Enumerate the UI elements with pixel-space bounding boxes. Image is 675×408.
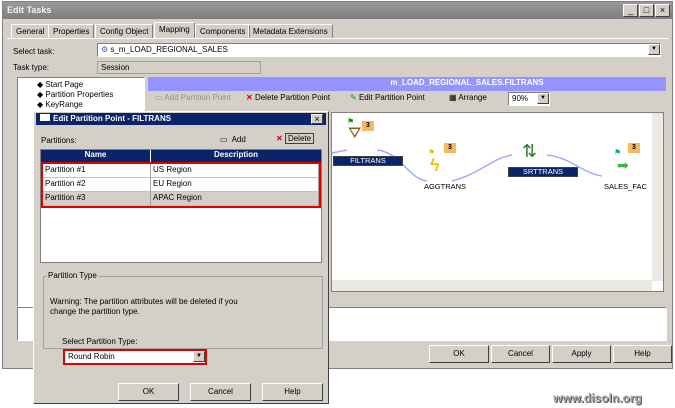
partition-count-badge: 3 [628,143,640,153]
table-row[interactable]: Partition #1 US Region [43,164,319,178]
flag-icon: ⚑ [428,148,436,157]
partition-type-group: Partition Type Warning: The partition at… [43,271,323,349]
column-header-description: Description [151,150,321,162]
chevron-down-icon: ▼ [193,351,205,362]
apply-button[interactable]: Apply [552,345,611,363]
warning-text: Warning: The partition attributes will b… [50,297,238,316]
dialog-help-button[interactable]: Help [262,383,323,401]
edit-partition-point-dialog: Edit Partition Point - FILTRANS × Partit… [33,111,329,404]
delete-partition-button[interactable]: ✕ Delete [276,133,315,144]
node-srttrans[interactable]: SRTTRANS [508,167,578,177]
vertical-scrollbar[interactable] [652,113,663,281]
tree-item-start-page[interactable]: ◆ Start Page [37,80,141,90]
session-icon: ⚙ [101,45,111,54]
mapping-header: m_LOAD_REGIONAL_SALES.FILTRANS [148,77,666,91]
partition-rows: Partition #1 US Region Partition #2 EU Reg… [41,162,321,208]
close-button[interactable]: × [655,4,670,17]
chevron-down-icon: ▼ [537,93,549,104]
tab-components[interactable]: Components [195,24,251,38]
zoom-select[interactable]: 90% ▼ [508,92,550,106]
window-icon [40,114,50,121]
add-icon: ▭ [220,135,228,144]
arrange-icon: ▦ [449,93,457,102]
delete-partition-point-button[interactable]: ✕ Delete Partition Point [246,93,330,102]
tab-properties[interactable]: Properties [48,24,95,38]
maximize-button[interactable]: □ [639,4,654,17]
delete-icon: ✕ [246,93,253,102]
table-row[interactable]: Partition #3 APAC Region [43,192,319,206]
tab-config-object[interactable]: Config Object [95,24,154,38]
column-header-name: Name [41,150,151,162]
ok-button[interactable]: OK [429,345,489,363]
group-label: Partition Type [47,271,98,280]
chevron-down-icon[interactable]: ▼ [648,44,660,55]
partition-count-badge: 3 [362,121,374,131]
partitions-label: Partitions: [41,136,77,145]
select-task-label: Select task: [13,47,55,56]
dialog-close-button[interactable]: × [311,114,323,124]
node-sales-fac[interactable]: SALES_FAC [604,182,654,191]
tree-item-keyrange[interactable]: ◆ KeyRange [37,100,141,110]
partition-count-badge: 3 [444,143,456,153]
dialog-title: Edit Partition Point - FILTRANS [36,113,326,125]
pencil-icon: ✎ [350,93,357,102]
filter-icon: ⛛ [348,125,362,142]
tab-general[interactable]: General [11,24,50,38]
dialog-cancel-button[interactable]: Cancel [190,383,251,401]
sorter-icon: ⇅ [522,141,538,161]
flag-icon: ⚑ [614,148,622,157]
select-task-combo[interactable]: ⚙ s_m_LOAD_REGIONAL_SALES ▼ [97,43,661,57]
title-bar: Edit Tasks [3,2,672,19]
tree-item-partition-properties[interactable]: ◆ Partition Properties [37,90,141,100]
help-button[interactable]: Help [613,345,672,363]
cancel-button[interactable]: Cancel [491,345,550,363]
links [332,149,603,182]
horizontal-scrollbar[interactable] [332,280,652,291]
flag-icon: ⚑ [347,117,355,126]
aggregator-icon: ϟ [430,155,440,175]
partitions-table: Name Description Partition #1 US Region P… [40,149,322,263]
tab-mapping[interactable]: Mapping [154,22,195,39]
task-type-label: Task type: [13,63,50,72]
dialog-ok-button[interactable]: OK [118,383,179,401]
task-type-field: Session [97,61,261,74]
select-partition-type-label: Select Partition Type: [62,337,138,346]
node-aggtrans[interactable]: AGGTRANS [420,182,470,191]
add-partition-button[interactable]: ▭ Add [220,135,246,144]
minimize-button[interactable]: _ [623,4,638,17]
mapping-canvas[interactable]: ⛛ ⚑ 3 FILTRANS ϟ ⚑ 3 AGGTRANS ⇅ SRTTRANS… [331,112,664,292]
partition-type-select[interactable]: Round Robin ▼ [63,349,207,365]
tab-metadata-extensions[interactable]: Metadata Extensions [248,24,333,38]
select-task-value: s_m_LOAD_REGIONAL_SALES [110,45,228,54]
table-row[interactable]: Partition #2 EU Region [43,178,319,192]
edit-partition-point-button[interactable]: ✎ Edit Partition Point [350,93,425,102]
target-icon: ➡ [617,157,629,173]
arrange-button[interactable]: ▦ Arrange [449,93,487,102]
delete-icon: ✕ [276,134,283,143]
node-filtrans[interactable]: FILTRANS [333,156,403,166]
add-partition-point-button[interactable]: ▭ Add Partition Point [155,93,231,102]
watermark: www.disoln.org [553,391,642,405]
